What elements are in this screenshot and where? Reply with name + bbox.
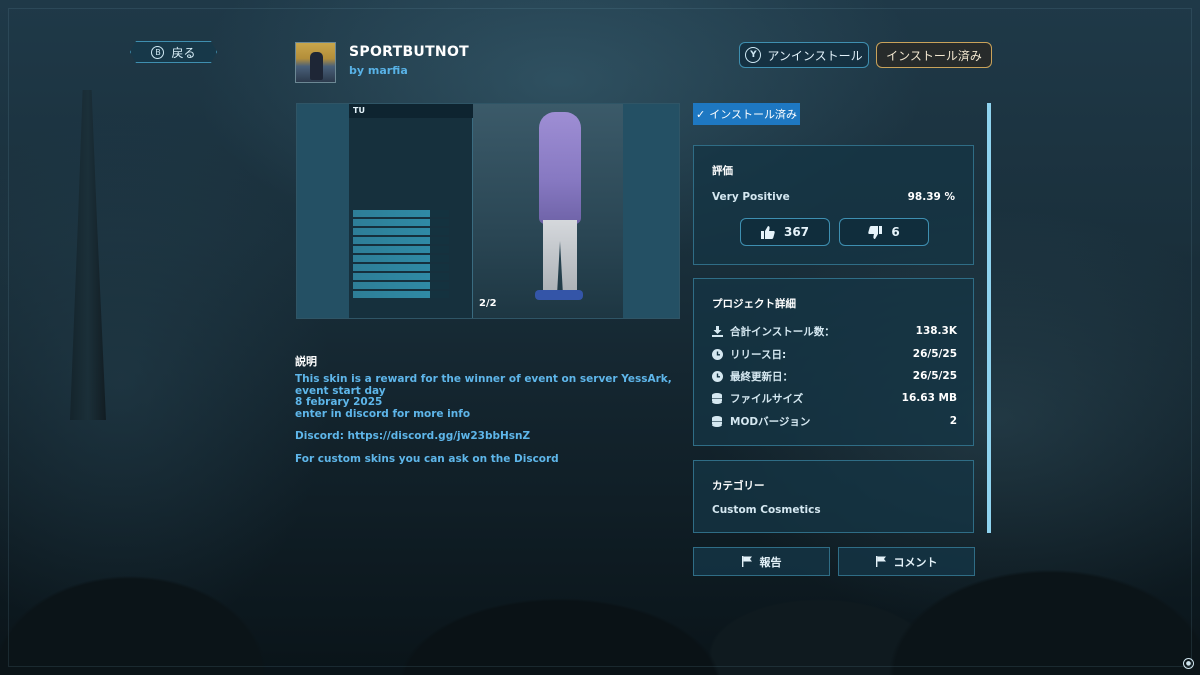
thumbs-down-icon: [868, 225, 883, 239]
project-details-card: プロジェクト詳細 合計インストール数： 138.3K リリース日: 26/5/2…: [693, 278, 974, 446]
mod-thumbnail: [295, 42, 336, 83]
rating-card: 評価 Very Positive 98.39 % 367 6: [693, 145, 974, 265]
upvote-button[interactable]: 367: [740, 218, 830, 246]
rating-label: Very Positive: [712, 191, 790, 203]
preview-tab-label: TU: [349, 104, 473, 118]
detail-label: 最終更新日：: [730, 370, 793, 383]
installed-button[interactable]: インストール済み: [876, 42, 992, 68]
uninstall-button-label: アンインストール: [767, 48, 863, 63]
installed-status-label: インストール済み: [709, 108, 797, 121]
discord-link[interactable]: Discord: https://discord.gg/jw23bbHsnZ: [295, 430, 690, 443]
installed-status-tag: ✓ インストール済み: [693, 103, 800, 125]
scrollbar-thumb[interactable]: [987, 103, 991, 533]
detail-label: ファイルサイズ: [730, 392, 804, 405]
flag-icon: [875, 556, 886, 567]
b-button-icon: B: [151, 46, 164, 59]
back-button-label: 戻る: [171, 45, 196, 60]
category-card: カテゴリー Custom Cosmetics: [693, 460, 974, 533]
preview-image-counter: 2/2: [479, 298, 497, 309]
category-title: カテゴリー: [712, 480, 765, 492]
clock-icon: [712, 348, 730, 360]
detail-value: 138.3K: [915, 325, 957, 337]
downvote-button[interactable]: 6: [839, 218, 929, 246]
detail-label: MODバージョン: [730, 415, 811, 428]
y-button-icon: Y: [745, 47, 762, 63]
check-icon: ✓: [696, 107, 706, 121]
category-value: Custom Cosmetics: [712, 504, 821, 516]
mod-screenshot-preview[interactable]: TU 2/2: [296, 103, 680, 319]
installed-button-label: インストール済み: [886, 48, 982, 63]
flag-icon: [741, 556, 752, 567]
description-heading: 説明: [295, 355, 317, 368]
detail-row-last-updated: 最終更新日： 26/5/25: [712, 369, 957, 383]
description-text: This skin is a reward for the winner of …: [295, 373, 672, 420]
upvote-count: 367: [783, 225, 810, 239]
thumbs-up-icon: [760, 225, 775, 239]
project-details-title: プロジェクト詳細: [712, 298, 796, 310]
description-footer: For custom skins you can ask on the Disc…: [295, 452, 559, 465]
description-body: This skin is a reward for the winner of …: [295, 373, 690, 465]
database-icon: [712, 392, 730, 404]
mod-author-link[interactable]: by marfia: [349, 64, 408, 77]
detail-label: リリース日:: [730, 348, 787, 361]
rating-percent: 98.39 %: [907, 191, 955, 203]
mod-title: SPORTBUTNOT: [349, 44, 470, 60]
clock-icon: [712, 370, 730, 382]
detail-row-mod-version: MODバージョン 2: [712, 414, 957, 428]
downvote-count: 6: [891, 225, 900, 239]
comment-button[interactable]: コメント: [838, 547, 975, 576]
back-button[interactable]: B 戻る: [130, 41, 217, 63]
detail-value: 26/5/25: [912, 348, 957, 360]
detail-row-release-date: リリース日: 26/5/25: [712, 347, 957, 361]
uninstall-button[interactable]: Y アンインストール: [739, 42, 869, 68]
system-indicator-icon: ●: [1183, 658, 1194, 669]
report-button[interactable]: 報告: [693, 547, 830, 576]
detail-row-installs: 合計インストール数： 138.3K: [712, 324, 957, 338]
report-button-label: 報告: [759, 555, 782, 569]
detail-row-file-size: ファイルサイズ 16.63 MB: [712, 391, 957, 405]
download-icon: [712, 325, 730, 337]
database-icon: [712, 415, 730, 427]
comment-button-label: コメント: [893, 555, 938, 569]
detail-label: 合計インストール数：: [730, 325, 835, 338]
detail-value: 2: [949, 415, 957, 427]
detail-value: 26/5/25: [912, 370, 957, 382]
rating-title: 評価: [712, 165, 733, 177]
detail-value: 16.63 MB: [901, 392, 957, 404]
